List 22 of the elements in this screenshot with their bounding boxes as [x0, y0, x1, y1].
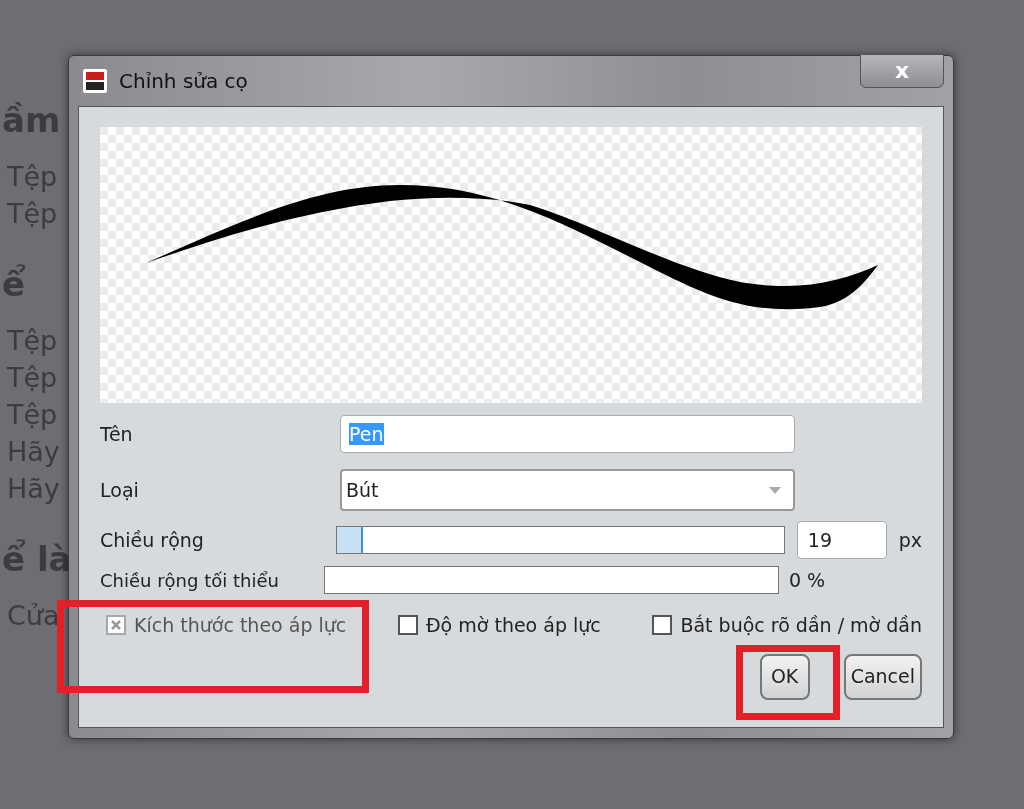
width-field[interactable]: 19 [796, 521, 887, 559]
unit-label: px [898, 527, 922, 553]
window-title: Chỉnh sửa cọ [119, 68, 248, 95]
width-slider[interactable] [335, 526, 785, 554]
checkbox[interactable] [652, 615, 673, 636]
type-dropdown[interactable]: Bút [340, 469, 795, 511]
checkbox[interactable] [397, 615, 418, 636]
checkbox-label: Kích thước theo áp lực [134, 613, 347, 638]
field-label: Loại [100, 477, 140, 503]
caret-icon [769, 486, 781, 494]
checkbox-label: Độ mờ theo áp lực [425, 613, 601, 638]
ok-button[interactable]: OK [759, 653, 810, 700]
field-label: Chiều rộng tối thiểu [100, 568, 279, 593]
checkbox-label: Bắt buộc rõ dần / mờ dần [680, 613, 922, 638]
min-width-slider[interactable] [323, 566, 779, 594]
cross-icon [110, 619, 122, 632]
field-label: Chiều rộng [100, 527, 205, 553]
selected-text: Pen [349, 423, 384, 445]
app-icon [83, 69, 107, 93]
slider-reading: 0 % [788, 567, 826, 593]
cancel-button[interactable]: Cancel [843, 653, 922, 700]
field-label: Tên [100, 421, 134, 447]
